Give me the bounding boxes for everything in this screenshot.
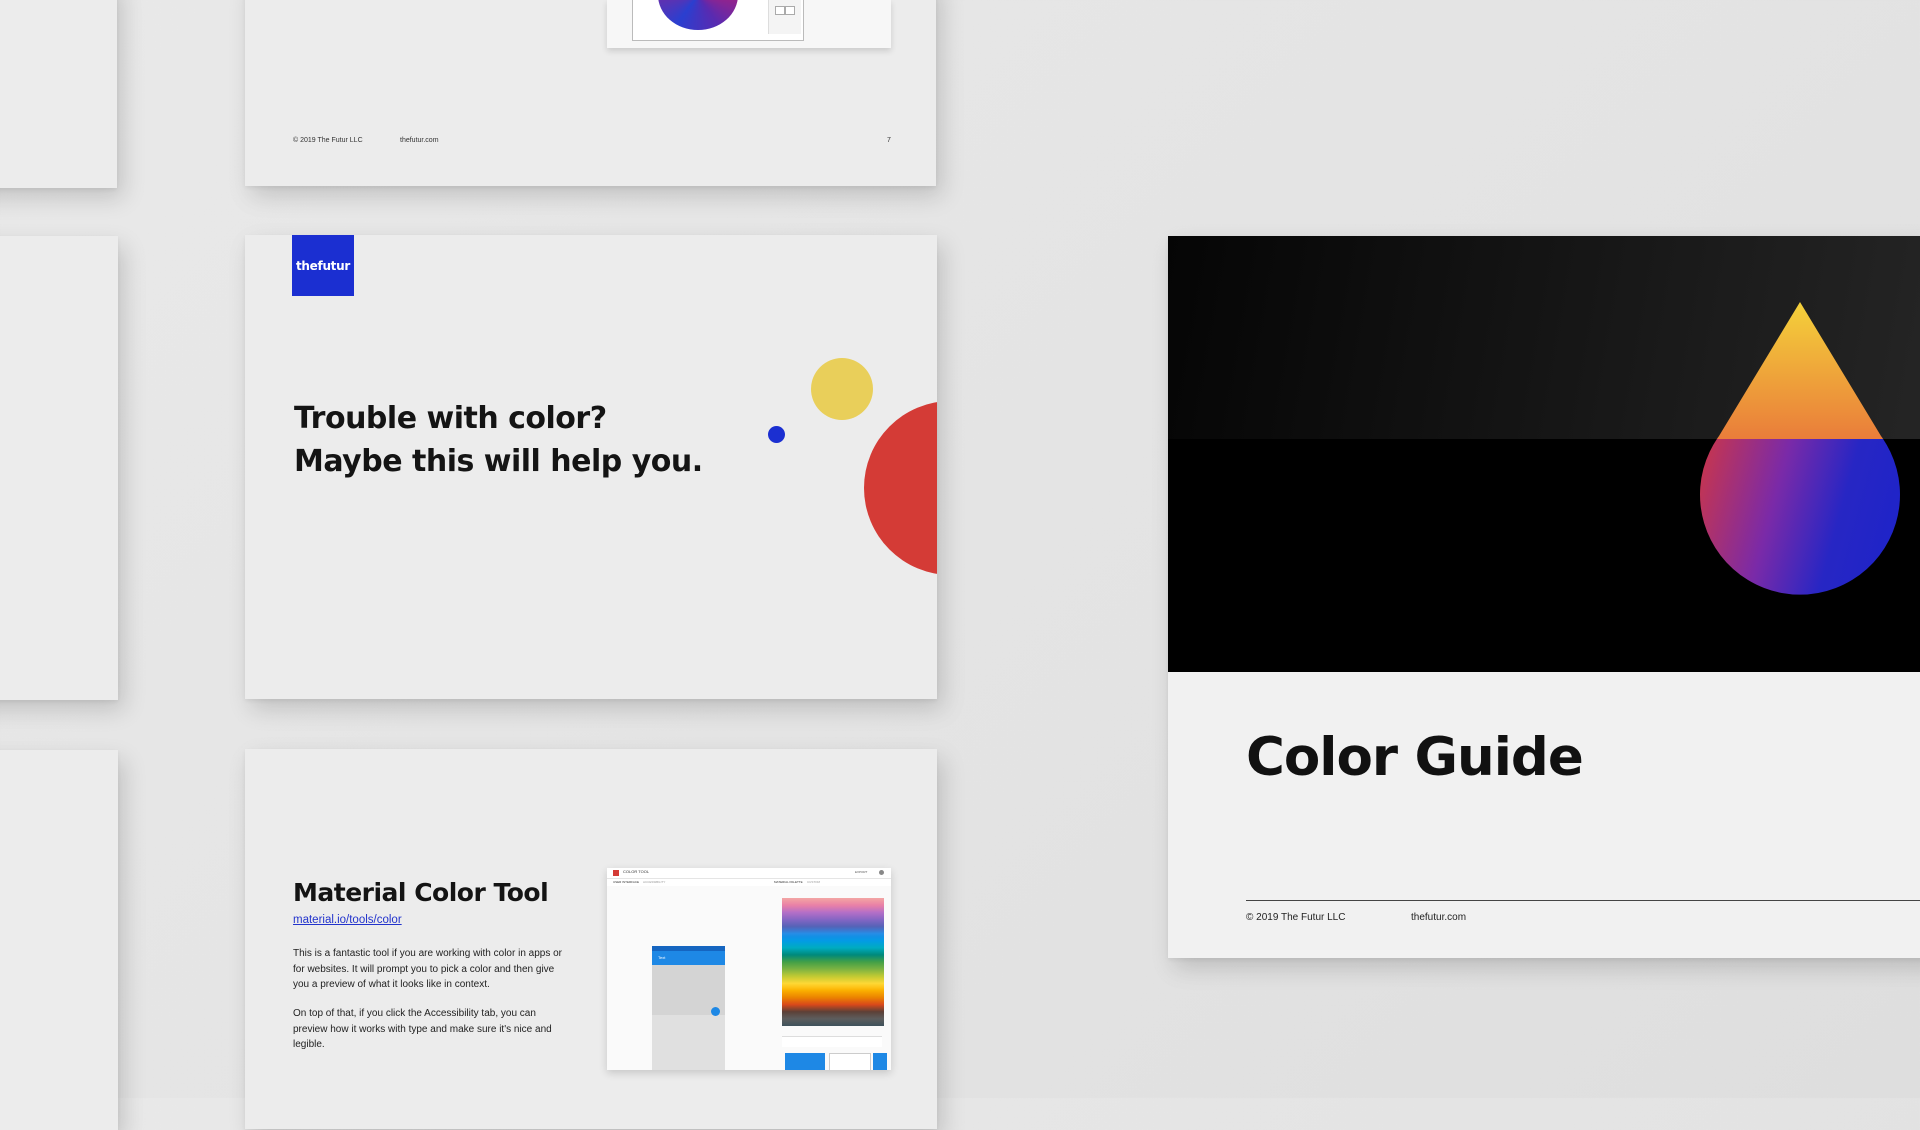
- page-seven-number: 7: [887, 137, 891, 144]
- page-seven-site: thefutur.com: [400, 137, 439, 144]
- cover-divider: [1246, 900, 1920, 901]
- red-circle: [864, 401, 937, 575]
- left-page-bottom: [0, 750, 118, 1130]
- material-title: Material Color Tool: [293, 878, 549, 907]
- cover-site: thefutur.com: [1411, 912, 1467, 923]
- preview-fab: [711, 1007, 720, 1016]
- export-button[interactable]: EXPORT: [855, 870, 867, 874]
- material-paragraph-1: This is a fantastic tool if you are work…: [293, 948, 563, 990]
- cover-copyright: © 2019 The Futur LLC: [1246, 912, 1346, 923]
- color-guide-cover: Color Guide © 2019 The Futur LLC thefutu…: [1168, 236, 1920, 958]
- color-wheel-screenshot: [607, 0, 891, 48]
- primary-swatch[interactable]: [785, 1053, 825, 1070]
- material-page: Material Color Tool material.io/tools/co…: [245, 749, 937, 1129]
- page-seven-copyright: © 2019 The Futur LLC: [293, 137, 363, 144]
- tab-user-interface[interactable]: USER INTERFACE: [613, 880, 639, 884]
- material-paragraph-2: On top of that, if you click the Accessi…: [293, 1008, 552, 1050]
- material-link[interactable]: material.io/tools/color: [293, 914, 402, 926]
- color-tool-screenshot: COLOR TOOL EXPORT USER INTERFACE ACCESSI…: [607, 868, 891, 1070]
- page-seven: © 2019 The Futur LLC thefutur.com 7: [245, 0, 936, 186]
- tab-accessibility[interactable]: ACCESSIBILITY: [643, 880, 665, 884]
- material-logo-icon: [613, 870, 619, 876]
- accent-swatch[interactable]: [873, 1053, 887, 1070]
- color-palette-grid[interactable]: [782, 898, 884, 1026]
- phone-preview: Text: [652, 946, 725, 1070]
- color-tool-topbar: COLOR TOOL EXPORT: [607, 868, 891, 879]
- tab-material-palette[interactable]: MATERIAL PALETTE: [774, 880, 803, 884]
- cover-black-band: [1168, 236, 1920, 672]
- settings-icon[interactable]: [879, 870, 884, 875]
- tab-custom[interactable]: CUSTOM: [807, 880, 820, 884]
- preview-text: Text: [658, 955, 666, 960]
- color-wheel-icon: [658, 0, 738, 30]
- secondary-swatch[interactable]: [829, 1053, 871, 1070]
- color-tool-app-title: COLOR TOOL: [623, 869, 650, 874]
- left-page-middle: [0, 236, 118, 700]
- cover-title: Color Guide: [1246, 727, 1584, 788]
- color-drop-icon: [1700, 302, 1900, 595]
- preview-appbar: Text: [652, 951, 725, 965]
- trouble-page: thefutur Trouble with color? Maybe this …: [245, 235, 937, 699]
- left-page-top: [0, 0, 117, 188]
